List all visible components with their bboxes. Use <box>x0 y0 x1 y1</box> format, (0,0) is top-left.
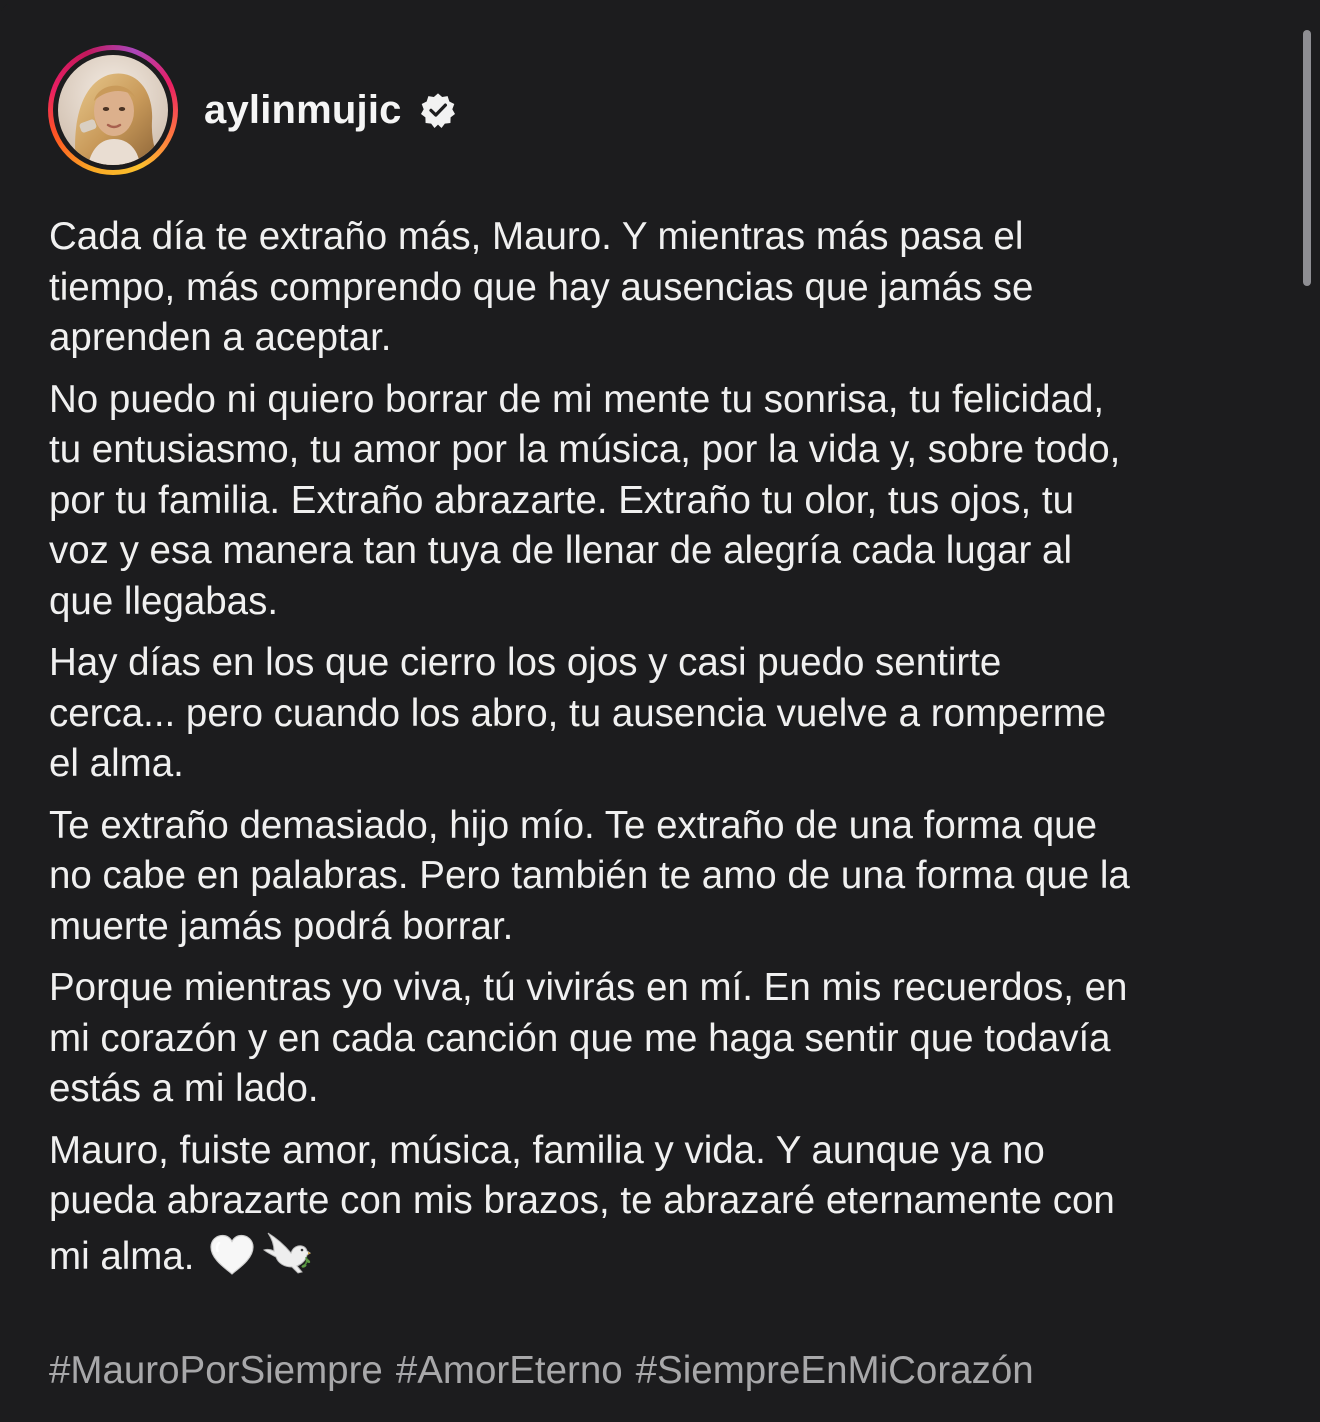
hashtag-link[interactable]: #AmorEterno <box>396 1349 623 1392</box>
username[interactable]: aylinmujic <box>204 88 402 133</box>
post-caption: Cada día te extraño más, Mauro. Y mientr… <box>49 212 1289 1293</box>
white-heart-icon <box>210 1234 255 1275</box>
caption-paragraph: Te extraño demasiado, hijo mío. Te extra… <box>49 803 1130 948</box>
post-caption-screen: aylinmujic Cada día te extraño más, Maur… <box>0 0 1320 1422</box>
caption-paragraph: Hay días en los que cierro los ojos y ca… <box>49 641 1107 785</box>
caption-paragraph-last: Mauro, fuiste amor, música, familia y vi… <box>49 1126 1289 1283</box>
scrollbar[interactable] <box>1303 30 1311 286</box>
caption-paragraph: Cada día te extraño más, Mauro. Y mientr… <box>49 215 1034 359</box>
story-ring[interactable] <box>48 45 178 175</box>
post-header: aylinmujic <box>48 44 456 176</box>
avatar[interactable] <box>58 55 168 165</box>
dove-icon <box>263 1232 312 1274</box>
hashtags: #MauroPorSiempre #AmorEterno #SiempreEnMiC… <box>49 1346 1034 1396</box>
caption-paragraph: Porque mientras yo viva, tú vivirás en m… <box>49 966 1128 1110</box>
verified-badge-icon <box>420 93 455 128</box>
hashtag-link[interactable]: #MauroPorSiempre <box>49 1349 383 1392</box>
caption-paragraph: No puedo ni quiero borrar de mi mente tu… <box>49 377 1121 623</box>
hashtag-link[interactable]: #SiempreEnMiCorazón <box>636 1349 1034 1392</box>
